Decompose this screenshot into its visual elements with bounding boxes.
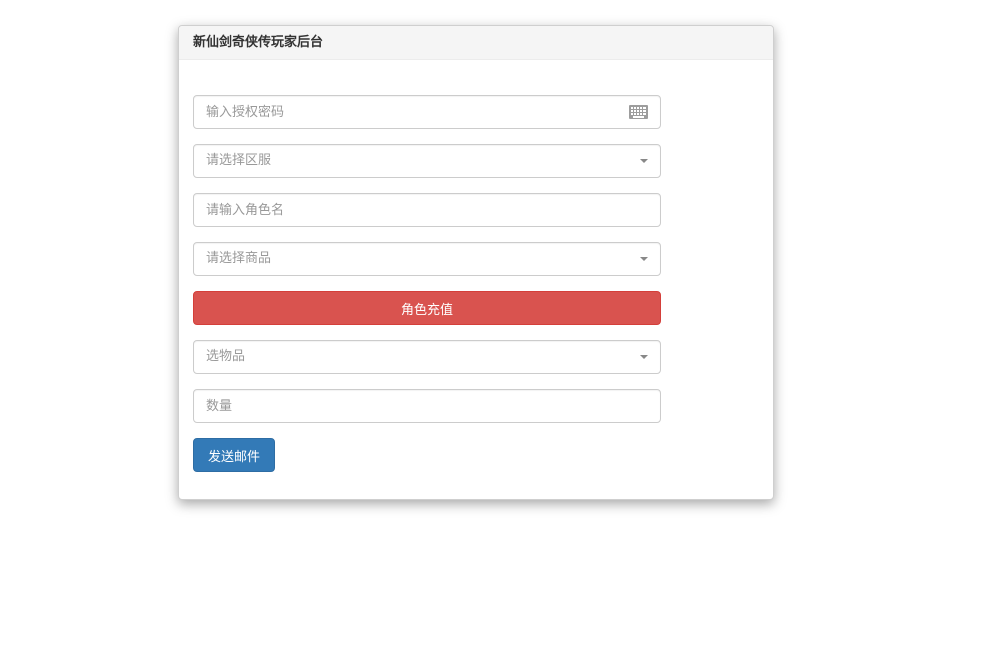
role-name-input[interactable] [194, 194, 660, 226]
item-select[interactable]: 选物品 [193, 340, 661, 374]
product-select[interactable]: 请选择商品 [193, 242, 661, 276]
chevron-down-icon [640, 355, 648, 359]
keyboard-icon[interactable] [629, 105, 648, 119]
admin-panel: 新仙剑奇侠传玩家后台 请选择区服 请输入角色名 请选择商品 角色充值 选物品 数… [178, 25, 774, 500]
quantity-input[interactable] [194, 390, 660, 422]
server-select[interactable]: 请选择区服 [193, 144, 661, 178]
auth-password-field[interactable] [193, 95, 661, 129]
auth-password-input[interactable] [194, 96, 660, 128]
role-name-field[interactable] [193, 193, 661, 227]
recharge-button[interactable]: 角色充值 [193, 291, 661, 325]
send-mail-button[interactable]: 发送邮件 [193, 438, 275, 472]
item-select-placeholder: 选物品 [206, 349, 246, 364]
server-select-placeholder: 请选择区服 [206, 153, 272, 168]
product-select-placeholder: 请选择商品 [206, 251, 272, 266]
chevron-down-icon [640, 257, 648, 261]
quantity-field[interactable] [193, 389, 661, 423]
chevron-down-icon [640, 159, 648, 163]
player-form: 请选择区服 请选择商品 角色充值 选物品 发送邮件 [193, 95, 661, 472]
panel-title: 新仙剑奇侠传玩家后台 [179, 26, 773, 60]
